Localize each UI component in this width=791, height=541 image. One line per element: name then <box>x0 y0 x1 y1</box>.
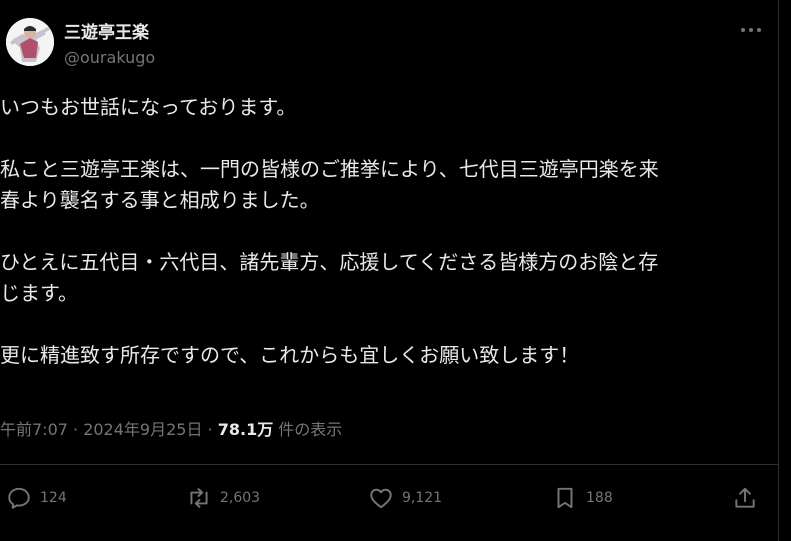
like-count: 9,121 <box>402 490 443 506</box>
reply-count: 124 <box>40 490 67 506</box>
tweet-paragraph: 更に精進致す所存ですので、これからも宜しくお願い致します！ <box>0 340 770 371</box>
repost-icon <box>190 488 208 508</box>
reply-icon <box>8 487 30 509</box>
views-count: 78.1万 <box>217 420 274 439</box>
tweet-line: いつもお世話になっております。 <box>0 95 297 119</box>
tweet-paragraph: ひとえに五代目・六代目、諸先輩方、応援してくださる皆様方のお陰と存 じます。 <box>0 247 770 309</box>
bookmark-count: 188 <box>586 490 613 506</box>
tweet-text: いつもお世話になっております。 私こと三遊亭王楽は、一門の皆様のご推挙により、七… <box>0 92 770 371</box>
tweet: 三遊亭王楽 @ourakugo いつもお世話になっております。 私こと三遊亭王楽… <box>0 0 791 541</box>
bookmark-button[interactable]: 188 <box>552 484 613 512</box>
like-button[interactable]: 9,121 <box>368 484 442 512</box>
author-display-name[interactable]: 三遊亭王楽 <box>64 18 149 43</box>
tweet-line: 私こと三遊亭王楽は、一門の皆様のご推挙により、七代目三遊亭円楽を来 <box>0 157 659 181</box>
more-options-button[interactable] <box>736 18 766 42</box>
repost-count: 2,603 <box>220 490 261 506</box>
tweet-paragraph: 私こと三遊亭王楽は、一門の皆様のご推挙により、七代目三遊亭円楽を来 春より襲名す… <box>0 154 770 216</box>
tweet-timestamp[interactable]: 午前7:07 · 2024年9月25日 · <box>0 420 218 439</box>
tweet-line: ひとえに五代目・六代目、諸先輩方、応援してくださる皆様方のお陰と存 <box>0 250 659 274</box>
heart-icon <box>370 488 392 509</box>
repost-button[interactable]: 2,603 <box>186 484 260 512</box>
tweet-meta: 午前7:07 · 2024年9月25日 · 78.1万 件の表示 <box>0 416 342 440</box>
reply-button[interactable]: 124 <box>6 484 67 512</box>
column-border <box>778 0 779 541</box>
avatar-image <box>6 18 54 66</box>
share-icon <box>735 487 755 508</box>
tweet-paragraph: いつもお世話になっております。 <box>0 92 770 123</box>
author-handle[interactable]: @ourakugo <box>64 48 155 67</box>
avatar[interactable] <box>6 18 54 66</box>
share-button[interactable] <box>732 484 758 512</box>
views-label: 件の表示 <box>273 420 343 439</box>
tweet-line: 更に精進致す所存ですので、これからも宜しくお願い致します！ <box>0 343 580 367</box>
tweet-line: 春より襲名する事と相成りました。 <box>0 188 320 212</box>
more-horizontal-icon <box>741 28 761 32</box>
divider <box>0 464 778 465</box>
tweet-line: じます。 <box>0 281 78 305</box>
bookmark-icon <box>557 487 573 509</box>
